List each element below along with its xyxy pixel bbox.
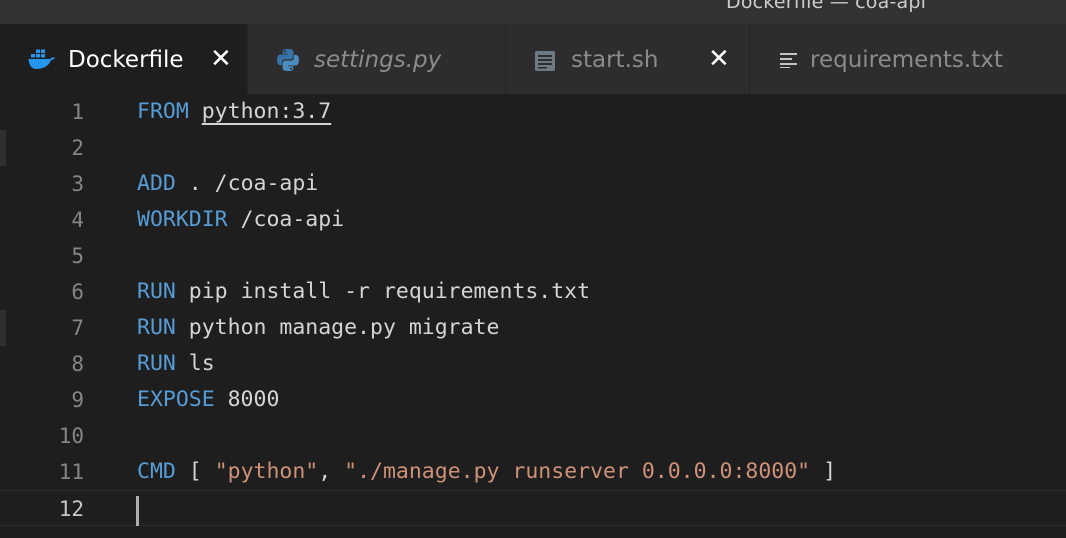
code-token: ] xyxy=(810,459,837,484)
code-line[interactable]: 7 RUN python manage.py migrate xyxy=(0,310,1066,346)
string-token: "python" xyxy=(214,459,319,484)
code-line[interactable]: 3 ADD . /coa-api xyxy=(0,166,1066,202)
keyword-token: CMD xyxy=(137,459,176,484)
code-token: ls xyxy=(175,351,215,376)
python-icon xyxy=(276,48,300,76)
tab-bar: Dockerfile ✕ settings.py start.sh ✕ requ… xyxy=(0,24,1066,94)
keyword-token: ADD xyxy=(137,171,176,196)
string-token: "./manage.py runserver 0.0.0.0:8000" xyxy=(344,459,811,484)
line-number: 3 xyxy=(71,172,84,196)
text-cursor xyxy=(136,496,139,526)
code-line[interactable]: 4 WORKDIR /coa-api xyxy=(0,202,1066,238)
code-text: RUN ls xyxy=(137,346,215,382)
line-number: 11 xyxy=(58,460,84,484)
code-token: pip install -r requirements.txt xyxy=(175,279,591,304)
tab-settings-py[interactable]: settings.py xyxy=(248,24,506,94)
shell-file-icon xyxy=(534,50,556,76)
tab-label: start.sh xyxy=(571,47,659,73)
line-number: 9 xyxy=(71,388,84,412)
code-token: python manage.py migrate xyxy=(175,315,500,340)
keyword-token: RUN xyxy=(137,279,176,304)
code-token: python:3.7 xyxy=(201,99,332,124)
close-icon[interactable]: ✕ xyxy=(210,44,232,74)
tab-dockerfile[interactable]: Dockerfile ✕ xyxy=(0,24,248,94)
code-line[interactable]: 9 EXPOSE 8000 xyxy=(0,382,1066,418)
code-text: RUN pip install -r requirements.txt xyxy=(137,274,590,310)
keyword-token: RUN xyxy=(137,315,176,340)
code-line[interactable]: 11 CMD [ "python", "./manage.py runserver… xyxy=(0,454,1066,490)
window-title: Dockerfile — coa-api xyxy=(726,0,927,13)
code-line[interactable]: 8 RUN ls xyxy=(0,346,1066,382)
docker-icon xyxy=(28,48,56,74)
code-line[interactable]: 12 xyxy=(0,490,1066,526)
code-editor[interactable]: 1 FROM python:3.7 2 3 ADD . /coa-api 4 WORKDIR… xyxy=(0,94,1066,538)
line-number: 2 xyxy=(71,136,84,160)
line-number: 1 xyxy=(71,100,84,124)
line-number: 5 xyxy=(71,244,84,268)
title-bar: Dockerfile — coa-api xyxy=(0,0,1066,24)
code-token: [ xyxy=(175,459,215,484)
code-token: /coa-api xyxy=(227,207,345,232)
line-number: 6 xyxy=(71,280,84,304)
code-token: 8000 xyxy=(214,387,280,412)
line-number: 12 xyxy=(58,497,84,521)
tab-start-sh[interactable]: start.sh ✕ xyxy=(506,24,750,94)
code-text: ADD . /coa-api xyxy=(137,166,318,202)
code-text: FROM python:3.7 xyxy=(137,94,331,130)
close-icon[interactable]: ✕ xyxy=(708,44,730,74)
code-line[interactable]: 1 FROM python:3.7 xyxy=(0,94,1066,130)
keyword-token: FROM xyxy=(137,99,189,124)
code-text: WORKDIR /coa-api xyxy=(137,202,344,238)
code-token: . /coa-api xyxy=(175,171,319,196)
tab-requirements-txt[interactable]: requirements.txt xyxy=(750,24,1066,94)
keyword-token: EXPOSE xyxy=(137,387,215,412)
code-token: , xyxy=(318,459,345,484)
code-text: EXPOSE 8000 xyxy=(137,382,279,418)
line-number: 10 xyxy=(58,424,84,448)
tab-label: requirements.txt xyxy=(810,47,1003,73)
line-number: 4 xyxy=(71,208,84,232)
code-line[interactable]: 5 xyxy=(0,238,1066,274)
text-lines-icon xyxy=(780,52,798,72)
keyword-token: RUN xyxy=(137,351,176,376)
code-line[interactable]: 6 RUN pip install -r requirements.txt xyxy=(0,274,1066,310)
line-number: 8 xyxy=(71,352,84,376)
tab-label: Dockerfile xyxy=(68,47,184,73)
code-text: RUN python manage.py migrate xyxy=(137,310,499,346)
keyword-token: WORKDIR xyxy=(137,207,228,232)
editor-window: Dockerfile — coa-api Dockerfile ✕ settin… xyxy=(0,0,1066,538)
tab-label: settings.py xyxy=(314,47,442,73)
code-line[interactable]: 2 xyxy=(0,130,1066,166)
line-number: 7 xyxy=(71,316,84,340)
code-text: CMD [ "python", "./manage.py runserver 0… xyxy=(137,454,836,490)
code-line[interactable]: 10 xyxy=(0,418,1066,454)
